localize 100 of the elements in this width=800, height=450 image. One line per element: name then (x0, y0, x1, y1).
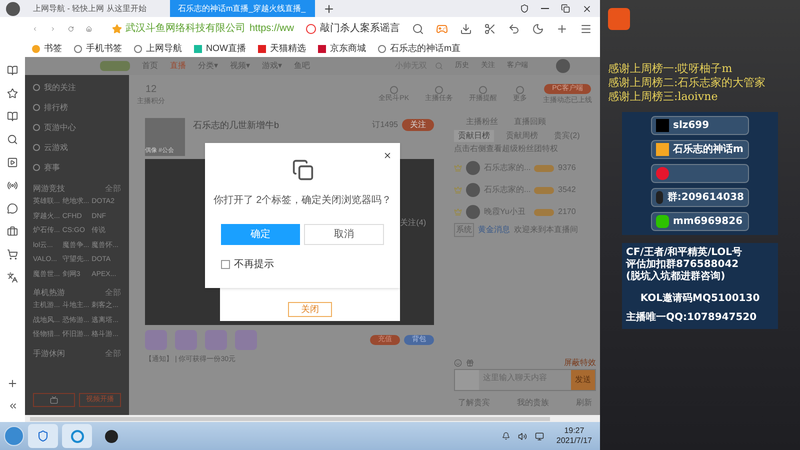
emoji-icon (454, 359, 462, 367)
tv-button[interactable] (33, 393, 75, 407)
tray-icon[interactable] (502, 432, 510, 440)
block-effects-link[interactable]: 屏蔽特效 (564, 357, 596, 369)
bookmark-item[interactable]: 手机书签 (74, 42, 122, 56)
shield-app-icon[interactable] (28, 424, 58, 448)
bookmark-item[interactable]: NOW直播 (194, 42, 246, 56)
horizontal-scrollbar[interactable] (25, 415, 600, 422)
scissors-icon (484, 22, 496, 34)
translate-icon[interactable] (7, 272, 18, 283)
restore-icon (561, 4, 570, 12)
bookmark-icon (378, 44, 386, 52)
bookmark-icon (74, 44, 82, 52)
sidebar-item[interactable]: 排行榜 (33, 99, 121, 116)
bookmark-icon (258, 44, 266, 52)
dialog-message: 你打开了 2个标签，确定关闭浏览器吗？ (213, 194, 392, 208)
section-title: 手游休闲 (33, 348, 65, 360)
book-icon[interactable] (7, 111, 18, 122)
close-icon (582, 4, 592, 14)
more-link[interactable]: 全部 (105, 287, 121, 299)
add-icon[interactable] (7, 378, 18, 389)
search-icon (412, 22, 424, 34)
search-suggestion[interactable]: 敲门杀人案系谣言 (306, 21, 400, 36)
bookmark-icon (194, 44, 202, 52)
url-text: https://ww (250, 22, 294, 36)
bookmark-item[interactable]: 书签 (32, 42, 62, 56)
bookmark-item[interactable]: 上网导航 (134, 42, 182, 56)
system-user: 黄金消息 (478, 224, 510, 236)
clock[interactable]: 19:27 2021/7/17 (552, 426, 596, 446)
action-icon (479, 86, 487, 94)
nav-link[interactable]: 直播 (170, 60, 186, 72)
fans-label: 关注(4) (400, 217, 426, 229)
streamer-qq: 主播唯一QQ:1078947520 (626, 310, 758, 325)
browser-tab[interactable]: 石乐志的神话m直播_穿越火线直播_ (170, 0, 315, 17)
search-icon[interactable] (7, 134, 18, 145)
new-tab-icon (323, 2, 335, 14)
tabs-icon (292, 159, 314, 181)
moon-icon (532, 22, 544, 34)
contact-row: 群:209614038 (651, 188, 749, 207)
bookmark-item[interactable]: 京东商城 (318, 42, 366, 56)
reader-icon[interactable] (7, 65, 18, 76)
gamepad-icon (436, 22, 448, 34)
chat-icon[interactable] (7, 203, 18, 214)
avatar-icon[interactable] (6, 2, 20, 16)
bookmark-icon (318, 44, 326, 52)
collapse-icon[interactable] (8, 401, 18, 411)
action-icon (435, 86, 443, 94)
cart-icon[interactable] (7, 249, 18, 260)
menu-icon (580, 22, 592, 34)
contact-row: 石乐志的神话m (651, 140, 749, 159)
game-logo (608, 8, 630, 30)
thanks-text: 感谢上周榜三:laoivne (607, 90, 719, 104)
item-icon (33, 124, 40, 131)
bookmark-icon (134, 44, 142, 52)
contact-row: slz699 (651, 116, 749, 135)
thanks-text: 感谢上周榜二:石乐志家的大管家 (607, 76, 767, 90)
rank-tab[interactable]: 贡献日榜 (454, 130, 494, 142)
crown-icon (454, 208, 462, 216)
undo-icon (508, 22, 520, 34)
kol-code: KOL邀请码MQ5100130 (639, 292, 761, 306)
cancel-button[interactable]: 取消 (304, 224, 384, 245)
star-icon (112, 24, 122, 34)
address-field[interactable]: 武汉斗鱼网络科技有限公司 https://ww (112, 21, 294, 36)
level-badge (534, 208, 554, 216)
video-icon[interactable] (7, 157, 18, 168)
item-icon (33, 164, 40, 171)
star-icon[interactable] (7, 88, 18, 99)
info-text: (脱坑入坑都进群咨询) (626, 271, 726, 283)
browser-tab[interactable]: 上网导航 - 轻快上网 从这里开始 (25, 0, 170, 17)
action-icon (390, 86, 398, 94)
start-orb-icon[interactable] (4, 426, 24, 446)
sidebar-item[interactable]: 赛事 (33, 159, 121, 176)
gift-icon (466, 359, 474, 367)
bookmark-item[interactable]: 石乐志的神话m直 (378, 42, 460, 56)
site-logo (100, 61, 130, 71)
network-icon[interactable] (535, 432, 544, 440)
more-link[interactable]: 全部 (105, 183, 121, 195)
thanks-text: 感谢上周榜一:哎呀柚子m (607, 62, 734, 76)
close-icon[interactable] (383, 151, 392, 160)
sidebar-item[interactable]: 云游戏 (33, 139, 121, 156)
bookmark-icon (32, 44, 40, 52)
close-page-button[interactable]: 关闭 (288, 302, 332, 317)
sidebar-item[interactable]: 页游中心 (33, 119, 121, 136)
info-text: CF/王者/和平精英/LOL号 (626, 247, 744, 258)
live-icon[interactable] (7, 180, 18, 191)
follow-button[interactable]: 关注 (402, 119, 434, 131)
level-badge (534, 186, 554, 194)
more-link[interactable]: 全部 (105, 348, 121, 360)
sidebar-item[interactable]: 我的关注 (33, 79, 121, 96)
add-icon (556, 22, 568, 34)
info-text: 评估加扣群876588042 (626, 259, 740, 270)
level-badge (534, 164, 554, 172)
briefcase-icon[interactable] (7, 226, 18, 237)
user-avatar (466, 183, 480, 197)
crown-icon (454, 186, 462, 194)
bookmark-item[interactable]: 天猫精选 (258, 42, 306, 56)
dont-show-checkbox[interactable]: 不再提示 (221, 257, 274, 272)
volume-icon[interactable] (518, 432, 528, 440)
tv-icon (50, 396, 58, 404)
confirm-button[interactable]: 确定 (221, 224, 300, 245)
